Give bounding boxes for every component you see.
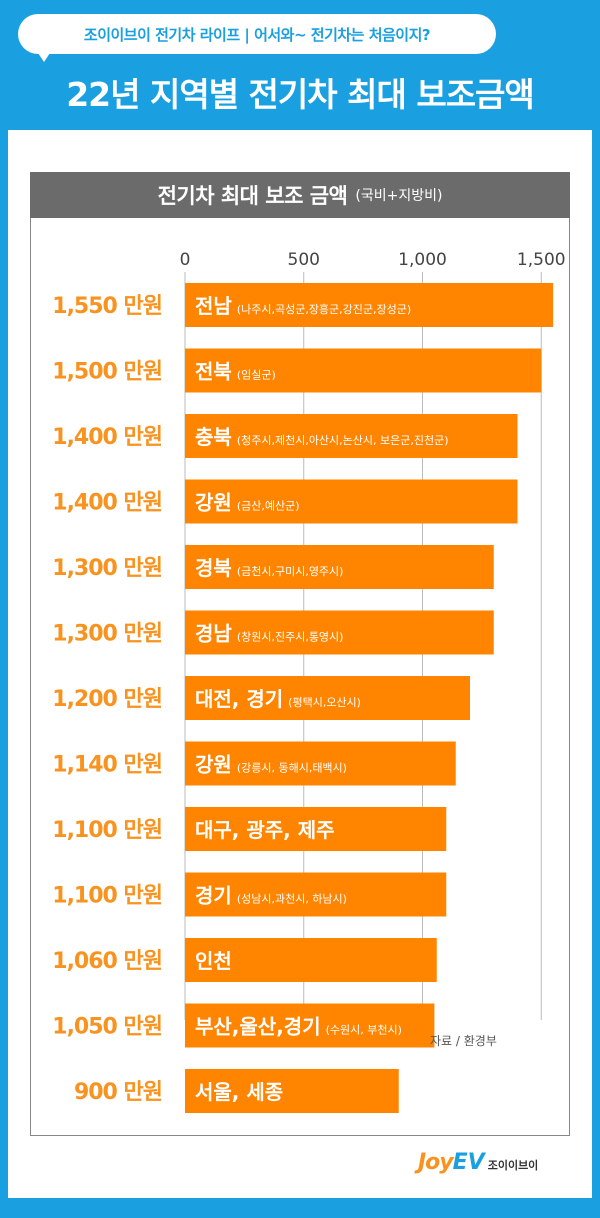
region-name: 경북 — [195, 556, 232, 580]
region-name: 강원 — [195, 491, 232, 515]
value-label: 1,300 만원 — [52, 622, 162, 647]
value-label: 1,100 만원 — [52, 818, 162, 843]
region-detail: (수원시, 부천시) — [326, 1023, 402, 1037]
region-name: 전남 — [195, 294, 232, 318]
logo-ev-text: EV — [452, 1150, 485, 1175]
brand-logo: Joy EV 조이이브이 — [418, 1150, 538, 1175]
region-name: 충북 — [195, 425, 232, 449]
region-detail: (임실군) — [237, 369, 276, 382]
region-name: 대구, 광주, 제주 — [195, 818, 335, 842]
bar-region-label: 서울, 세종 — [195, 1080, 283, 1104]
region-name: 전북 — [195, 360, 232, 384]
value-label: 1,300 만원 — [52, 556, 162, 581]
value-label: 1,400 만원 — [52, 491, 162, 516]
region-name: 부산,울산,경기 — [195, 1015, 321, 1039]
region-name: 대전, 경기 — [195, 687, 283, 711]
region-detail: (금산,예산군) — [237, 500, 300, 513]
region-detail: (강릉시, 동해시,태백시) — [237, 761, 347, 775]
region-detail: (성남시,과천시, 하남시) — [237, 892, 347, 906]
bar-region-label: 인천 — [195, 949, 232, 973]
bar-region-label: 대구, 광주, 제주 — [195, 818, 335, 842]
x-tick-label: 1,500 — [517, 250, 566, 270]
region-name: 경기 — [195, 884, 232, 908]
region-name: 강원 — [195, 753, 232, 777]
bar-chart: 0 500 1,000 1,500 1,550 만원 전남 (나주시,곡성군,장흥군,강진군… — [52, 250, 566, 1113]
value-label: 1,400 만원 — [52, 425, 162, 450]
value-label: 1,050 만원 — [52, 1015, 162, 1040]
region-name: 서울, 세종 — [195, 1080, 283, 1104]
region-detail: (금천시,구미시,영주시) — [237, 564, 344, 578]
value-label: 1,200 만원 — [52, 687, 162, 712]
x-tick-label: 1,000 — [398, 250, 447, 270]
value-label: 1,140 만원 — [52, 753, 162, 778]
region-detail: (청주시,제천시,아산시,논산시, 보은군,진천군) — [237, 433, 449, 447]
region-detail: (창원시,진주시,통영시) — [237, 631, 344, 644]
source-note: 자료 / 환경부 — [430, 1034, 497, 1048]
x-tick-label: 0 — [180, 250, 191, 270]
logo-kr-text: 조이이브이 — [487, 1159, 539, 1172]
value-label: 1,100 만원 — [52, 884, 162, 909]
value-label: 1,550 만원 — [52, 294, 162, 319]
value-label: 900 만원 — [74, 1080, 162, 1105]
bar — [185, 479, 518, 524]
x-tick-label: 500 — [288, 250, 320, 270]
region-name: 인천 — [195, 949, 232, 973]
region-detail: (평택시,오산시) — [288, 696, 361, 709]
logo-joy-text: Joy — [418, 1150, 454, 1175]
value-label: 1,060 만원 — [52, 949, 162, 974]
region-name: 경남 — [195, 622, 232, 646]
region-detail: (나주시,곡성군,장흥군,강진군,장성군) — [237, 302, 411, 316]
value-label: 1,500 만원 — [52, 360, 162, 385]
